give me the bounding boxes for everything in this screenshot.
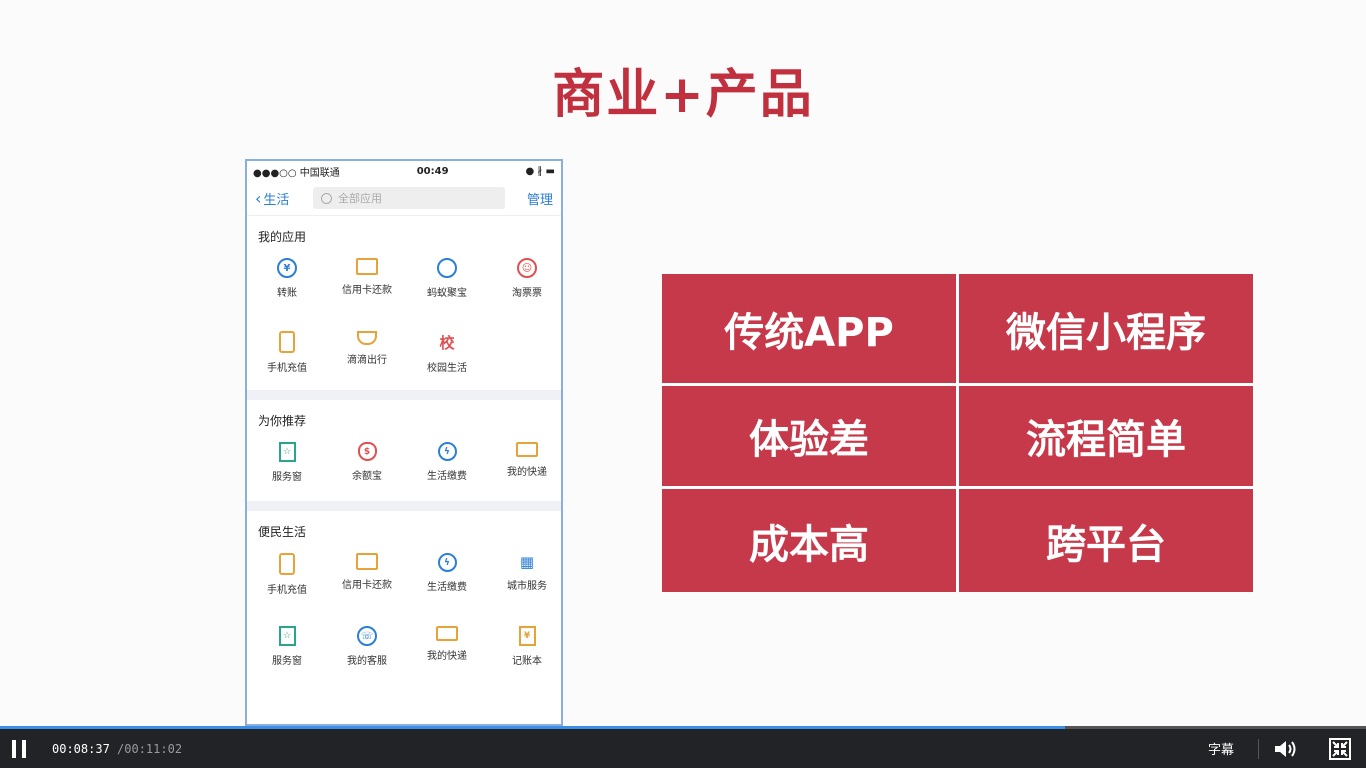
comparison-cell: 体验差: [662, 386, 956, 486]
app-tile-label: 余额宝: [352, 471, 382, 482]
app-tile-label: 信用卡还款: [342, 285, 392, 296]
taopiaopiao-icon: ☺: [517, 258, 537, 278]
app-tile-label: 生活缴费: [427, 471, 467, 482]
search-icon: [321, 192, 332, 204]
didi-icon: [357, 331, 377, 345]
pause-button[interactable]: [12, 739, 26, 758]
comparison-cell: 流程简单: [959, 386, 1253, 486]
ledger-icon: ¥: [518, 626, 536, 646]
app-tile: 信用卡还款: [327, 539, 407, 612]
app-tile-label: 信用卡还款: [342, 580, 392, 591]
speaker-icon[interactable]: [1273, 739, 1299, 759]
exit-fullscreen-icon[interactable]: [1329, 737, 1351, 760]
player-controls: 00:08:37 /00:11:02 字幕: [0, 729, 1366, 768]
app-tile: 滴滴出行: [327, 317, 407, 390]
yuan-transfer-icon: ¥: [277, 258, 297, 278]
app-tile: ¥ 转账: [247, 244, 327, 317]
app-sections: 我的应用 ¥ 转账 信用卡还款 蚂蚁聚宝 ☺ 淘票票 手机充值 滴滴出行校校园生活 为你推荐 ☆ 服务…: [247, 216, 561, 685]
section-title: 我的应用: [258, 230, 307, 244]
app-tile-label: 我的客服: [347, 656, 387, 667]
divider: [1258, 738, 1259, 759]
service-window-icon: ☆: [278, 626, 296, 646]
app-tile: 手机充值: [247, 539, 327, 612]
app-tile-label: 转账: [277, 288, 297, 299]
phone-status-bar: ●●●○○ 中国联通 00:49 ● ∦ ▬: [247, 161, 561, 181]
chevron-left-icon: ‹: [255, 188, 262, 208]
back-label: 生活: [263, 192, 290, 208]
app-tile: 手机充值: [247, 317, 327, 390]
phone-screenshot: ●●●○○ 中国联通 00:49 ● ∦ ▬ ‹ 生活 全部应用 管理 我的应用…: [245, 159, 563, 726]
carrier-label: ●●●○○ 中国联通: [253, 167, 340, 179]
delivery-truck-icon: [516, 442, 538, 457]
app-tile-label: 手机充值: [267, 363, 307, 374]
slide-title: 商业+产品: [552, 65, 814, 125]
section-title: 便民生活: [258, 525, 307, 539]
app-tile-label: 滴滴出行: [347, 355, 387, 366]
phone-clock: 00:49: [416, 165, 449, 177]
app-grid: ¥ 转账 信用卡还款 蚂蚁聚宝 ☺ 淘票票手机充值 滴滴出行 校校园生活: [247, 244, 561, 390]
credit-card-icon: [356, 258, 378, 275]
city-building-icon: ▦: [519, 553, 535, 571]
section-title: 为你推荐: [258, 414, 307, 428]
credit-card-icon: [356, 553, 378, 570]
app-tile: $ 余额宝: [327, 428, 407, 501]
comparison-cell: 跨平台: [959, 489, 1253, 592]
app-tile: 蚂蚁聚宝: [407, 244, 487, 317]
app-tile: ☺ 淘票票: [487, 244, 561, 317]
customer-service-icon: ☏: [357, 626, 377, 646]
mobile-phone-icon: [279, 331, 295, 353]
app-tile-label: 城市服务: [507, 581, 547, 592]
app-tile-label: 记账本: [512, 656, 542, 667]
time-display: 00:08:37 /00:11:02: [52, 742, 182, 756]
app-tile: 信用卡还款: [327, 244, 407, 317]
app-tile: 我的快递: [407, 612, 487, 685]
app-tile-label: 手机充值: [267, 585, 307, 596]
app-tile: ϟ 生活缴费: [407, 539, 487, 612]
comparison-cell: 传统APP: [662, 274, 956, 383]
app-tile-label: 淘票票: [512, 288, 542, 299]
phone-nav-bar: ‹ 生活 全部应用 管理: [247, 181, 561, 216]
section-divider: [247, 501, 561, 511]
app-grid: 手机充值 信用卡还款 ϟ 生活缴费 ▦ 城市服务 ☆ 服务窗 ☏ 我的客服 我的快递 ¥ 记账本: [247, 539, 561, 685]
ant-fortune-icon: [437, 258, 457, 278]
app-tile: ¥ 记账本: [487, 612, 561, 685]
app-tile-label: 校园生活: [427, 363, 467, 374]
app-tile: 我的快递: [487, 428, 561, 501]
app-tile-label: 我的快递: [507, 467, 547, 478]
back-button: ‹ 生活: [255, 189, 313, 208]
campus-icon: 校: [439, 333, 455, 352]
app-tile: ☏ 我的客服: [327, 612, 407, 685]
app-tile-label: 生活缴费: [427, 582, 467, 593]
battery-icon: ● ∦ ▬: [525, 165, 555, 177]
search-placeholder: 全部应用: [338, 192, 382, 205]
app-tile: 校校园生活: [407, 317, 487, 390]
app-tile: ☆ 服务窗: [247, 612, 327, 685]
comparison-cell: 成本高: [662, 489, 956, 592]
total-time: /00:11:02: [109, 741, 183, 756]
app-tile: ☆ 服务窗: [247, 428, 327, 501]
presentation-slide: 商业+产品 ●●●○○ 中国联通 00:49 ● ∦ ▬ ‹ 生活 全部应用 管…: [0, 0, 1366, 726]
app-tile-label: 服务窗: [272, 472, 302, 483]
mobile-phone-icon: [279, 553, 295, 575]
app-tile-label: 我的快递: [427, 651, 467, 662]
app-grid: ☆ 服务窗 $ 余额宝 ϟ 生活缴费 我的快递: [247, 428, 561, 501]
service-window-icon: ☆: [278, 442, 296, 462]
current-time: 00:08:37: [52, 741, 110, 756]
section-divider: [247, 390, 561, 400]
app-tile-label: 蚂蚁聚宝: [427, 288, 467, 299]
app-tile-label: 服务窗: [272, 656, 302, 667]
yuebao-icon: $: [357, 442, 377, 461]
comparison-cell: 微信小程序: [959, 274, 1253, 383]
app-tile: ▦ 城市服务: [487, 539, 561, 612]
pause-icon: [12, 739, 16, 758]
utility-payment-icon: ϟ: [437, 442, 457, 461]
comparison-table: 传统APP 微信小程序 体验差 流程简单 成本高 跨平台: [662, 274, 1254, 592]
manage-button: 管理: [526, 192, 553, 208]
app-tile: ϟ 生活缴费: [407, 428, 487, 501]
subtitles-button[interactable]: 字幕: [1208, 739, 1234, 758]
utility-payment-icon: ϟ: [437, 553, 457, 572]
delivery-truck-icon: [436, 626, 458, 641]
search-box: 全部应用: [313, 187, 505, 209]
